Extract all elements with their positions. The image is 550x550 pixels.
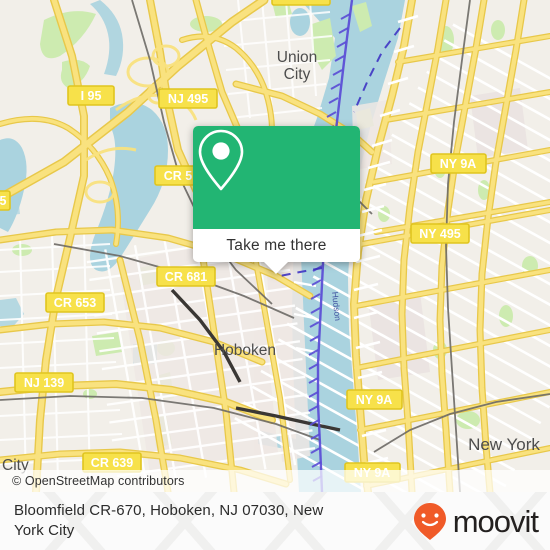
take-me-there-button[interactable]: Take me there bbox=[193, 229, 360, 262]
popup-icon-area bbox=[193, 126, 360, 229]
map-attribution-bar: © OpenStreetMap contributors bbox=[0, 470, 550, 492]
moovit-pin-icon bbox=[413, 503, 446, 540]
address-label: Bloomfield CR-670, Hoboken, NJ 07030, Ne… bbox=[14, 502, 324, 539]
location-popup-card[interactable]: Take me there bbox=[193, 126, 360, 274]
popup-pointer-tail bbox=[262, 260, 290, 274]
moovit-wordmark: moovit bbox=[452, 503, 539, 539]
osm-attribution-text[interactable]: © OpenStreetMap contributors bbox=[0, 474, 185, 488]
map-canvas[interactable]: Hudson Union City Hoboken New York City … bbox=[0, 0, 550, 492]
map-pin-icon bbox=[198, 129, 244, 191]
footer-bar: Bloomfield CR-670, Hoboken, NJ 07030, Ne… bbox=[0, 492, 550, 550]
moovit-map-screenshot: Hudson Union City Hoboken New York City … bbox=[0, 0, 550, 550]
moovit-logo[interactable]: moovit bbox=[411, 501, 550, 541]
